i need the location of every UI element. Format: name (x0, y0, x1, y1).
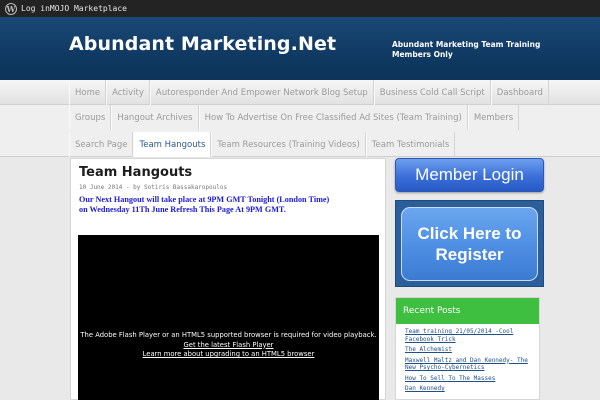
recent-post-link[interactable]: Team training 21/05/2014 -Cool Facebook … (405, 328, 539, 343)
nav-row-1: Home Activity Autoresponder And Empower … (69, 80, 549, 105)
nav-row-2: Groups Hangout Archives How To Advertise… (69, 105, 520, 130)
register-banner: Click Here to Register (395, 200, 544, 287)
nav-item-classified-ads[interactable]: How To Advertise On Free Classified Ad S… (198, 105, 468, 130)
nav-item-dashboard[interactable]: Dashboard (490, 80, 549, 105)
nav-item-team-testimonials[interactable]: Team Testimonials (365, 132, 456, 157)
recent-posts-title: Recent Posts (396, 298, 539, 324)
post-meta: 10 June 2014 - by Sotiris Bassakaropoulo… (79, 184, 228, 191)
main-navigation: Home Activity Autoresponder And Empower … (0, 80, 600, 157)
nav-item-groups[interactable]: Groups (69, 105, 112, 130)
nav-row-3: Search Page Team Hangouts Team Resources… (69, 132, 456, 157)
member-login-button[interactable]: Member Login (395, 158, 544, 192)
recent-post-link[interactable]: Dan Kennedy (405, 385, 539, 393)
nav-item-cold-call-script[interactable]: Business Cold Call Script (373, 80, 491, 105)
flash-required-text: The Adobe Flash Player or an HTML5 suppo… (80, 331, 377, 339)
nav-item-team-hangouts[interactable]: Team Hangouts (133, 132, 212, 157)
hangout-notice: Our Next Hangout will take place at 9PM … (79, 195, 379, 215)
site-header: Abundant Marketing.Net Abundant Marketin… (0, 17, 600, 80)
html5-upgrade-link[interactable]: Learn more about upgrading to an HTML5 b… (78, 350, 379, 360)
nav-item-home[interactable]: Home (69, 80, 107, 105)
admin-bar: W Log inMOJO Marketplace (0, 0, 600, 17)
register-button[interactable]: Click Here to Register (401, 207, 538, 281)
site-tagline: Abundant Marketing Team Training Members… (392, 40, 541, 59)
nav-item-hangout-archives[interactable]: Hangout Archives (111, 105, 199, 130)
nav-item-members[interactable]: Members (467, 105, 520, 130)
video-player[interactable]: The Adobe Flash Player or an HTML5 suppo… (78, 235, 379, 400)
recent-post-link[interactable]: Maxwell Maltz and Dan Kennedy- The New P… (405, 357, 539, 372)
wordpress-icon[interactable]: W (5, 2, 17, 15)
site-title[interactable]: Abundant Marketing.Net (69, 33, 336, 55)
nav-item-search-page[interactable]: Search Page (69, 132, 134, 157)
nav-item-team-resources[interactable]: Team Resources (Training Videos) (211, 132, 366, 157)
register-line-2: Register (435, 245, 504, 264)
register-line-1: Click Here to (417, 224, 522, 243)
nav-item-autoresponder[interactable]: Autoresponder And Empower Network Blog S… (149, 80, 374, 105)
hangout-notice-line-2: on Wednesday 11Th June Refresh This Page… (79, 205, 286, 214)
hangout-notice-line-1: Our Next Hangout will take place at 9PM … (79, 195, 330, 204)
admin-bar-links[interactable]: Log inMOJO Marketplace (21, 4, 127, 13)
post-title: Team Hangouts (79, 165, 193, 180)
recent-post-link[interactable]: How To Sell To The Masses (405, 375, 539, 383)
recent-posts-list: Team training 21/05/2014 -Cool Facebook … (396, 324, 539, 393)
recent-post-link[interactable]: The Alchemist (405, 346, 539, 354)
video-fallback-message: The Adobe Flash Player or an HTML5 suppo… (78, 331, 379, 360)
get-flash-link[interactable]: Get the latest Flash Player (78, 341, 379, 351)
nav-item-activity[interactable]: Activity (106, 80, 150, 105)
post-content: Team Hangouts 10 June 2014 - by Sotiris … (70, 158, 386, 400)
recent-posts-widget: Recent Posts Team training 21/05/2014 -C… (395, 297, 540, 400)
